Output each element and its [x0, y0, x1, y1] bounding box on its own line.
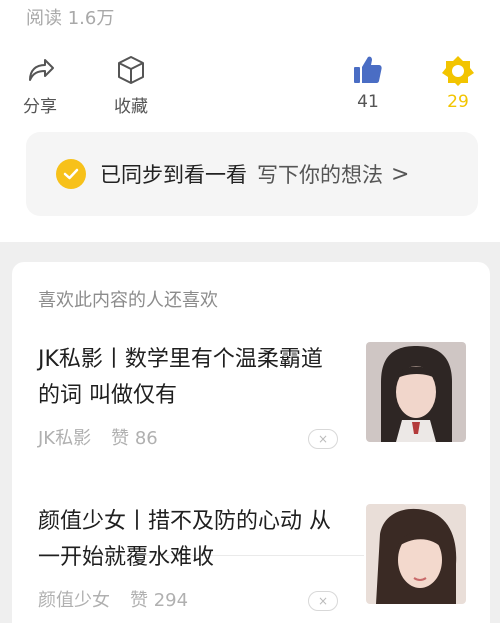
dismiss-button[interactable]: ×: [308, 591, 338, 611]
item-title[interactable]: JK私影丨数学里有个温柔霸道的词 叫做仅有: [38, 342, 343, 414]
recommend-card: 喜欢此内容的人还喜欢 JK私影丨数学里有个温柔霸道的词 叫做仅有 JK私影 赞 …: [12, 262, 490, 623]
sync-bar[interactable]: 已同步到看一看 写下你的想法 >: [26, 132, 478, 216]
list-item[interactable]: 颜值少女丨措不及防的心动 从一开始就覆水难收 颜值少女 赞 294 ×: [38, 504, 478, 612]
item-title[interactable]: 颜值少女丨措不及防的心动 从一开始就覆水难收: [38, 504, 343, 576]
read-count: 阅读 1.6万: [26, 8, 115, 29]
item-source: 颜值少女: [38, 590, 110, 611]
chevron-right-icon: >: [391, 161, 410, 187]
share-arrow-icon: [22, 52, 58, 88]
wow-count: 29: [447, 92, 469, 112]
dismiss-button[interactable]: ×: [308, 429, 338, 449]
cube-icon: [113, 52, 149, 88]
item-source: JK私影: [38, 428, 92, 449]
item-likes: 赞 86: [111, 428, 158, 449]
sync-status: 已同步到看一看: [100, 163, 247, 187]
check-circle-icon: [56, 159, 86, 189]
write-thoughts-link[interactable]: 写下你的想法: [257, 159, 383, 189]
share-button[interactable]: 分享: [22, 52, 58, 117]
like-count: 41: [357, 92, 379, 112]
thumbs-up-icon: [350, 52, 386, 88]
flower-icon: [440, 52, 476, 88]
item-likes: 赞 294: [130, 590, 189, 611]
recommend-heading: 喜欢此内容的人还喜欢: [38, 290, 218, 311]
favorite-button[interactable]: 收藏: [113, 52, 149, 117]
article-footer: 阅读 1.6万 分享 收藏 41 29 已同步到看一看 写下你的想法 >: [0, 0, 500, 242]
list-item[interactable]: JK私影丨数学里有个温柔霸道的词 叫做仅有 JK私影 赞 86 ×: [38, 342, 478, 556]
favorite-label: 收藏: [114, 97, 148, 117]
item-thumbnail[interactable]: [366, 342, 466, 442]
item-thumbnail[interactable]: [366, 504, 466, 604]
wow-button[interactable]: 29: [440, 52, 476, 112]
like-button[interactable]: 41: [350, 52, 386, 112]
share-label: 分享: [23, 97, 57, 117]
